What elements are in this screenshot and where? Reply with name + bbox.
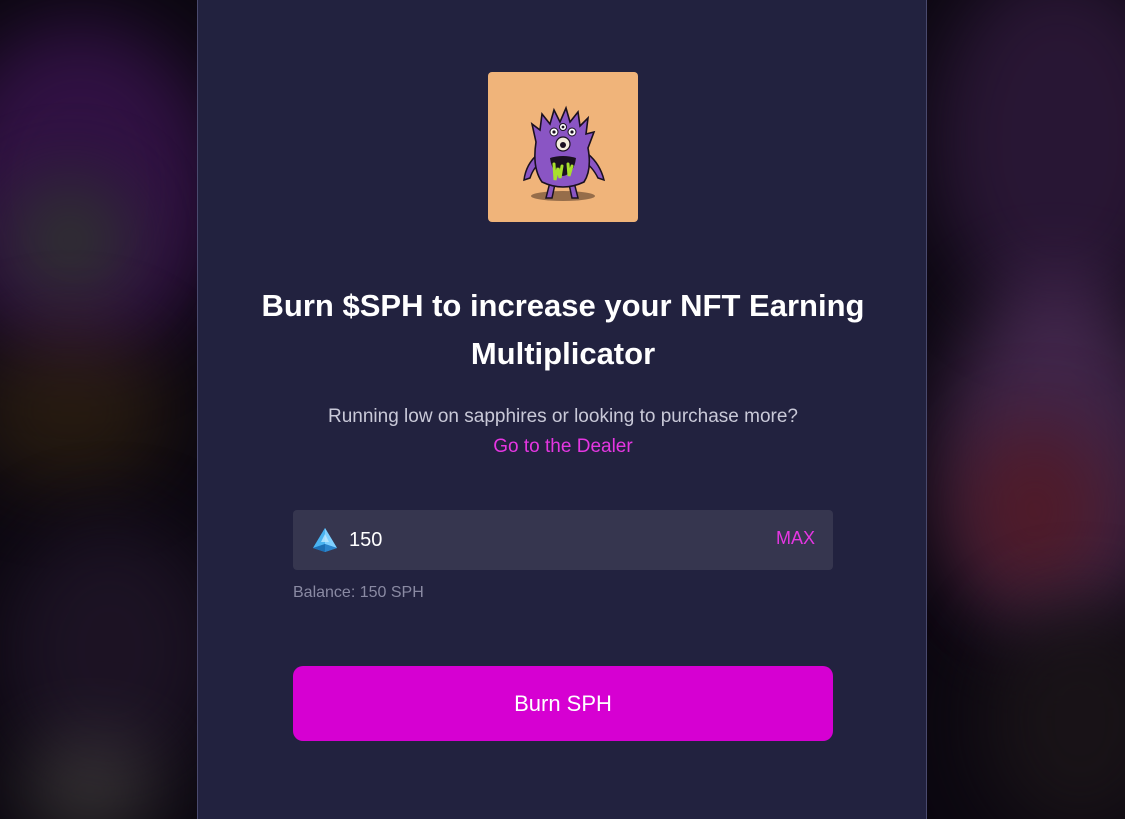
burn-modal: Burn $SPH to increase your NFT Earning M… (197, 0, 927, 819)
burn-amount-input[interactable] (349, 524, 729, 556)
modal-headline: Burn $SPH to increase your NFT Earning M… (261, 288, 865, 371)
burn-sph-button[interactable]: Burn SPH (293, 666, 833, 741)
burn-amount-field: MAX (293, 510, 833, 570)
subtext-line: Running low on sapphires or looking to p… (328, 406, 798, 427)
balance-text: Balance: 150 SPH (293, 584, 424, 601)
max-button[interactable]: MAX (776, 528, 815, 549)
modal-subtext: Running low on sapphires or looking to p… (238, 402, 888, 462)
monster-illustration (523, 105, 606, 201)
go-to-dealer-link[interactable]: Go to the Dealer (493, 436, 632, 457)
nft-image (488, 72, 638, 222)
sapphire-gem-icon (311, 526, 339, 554)
